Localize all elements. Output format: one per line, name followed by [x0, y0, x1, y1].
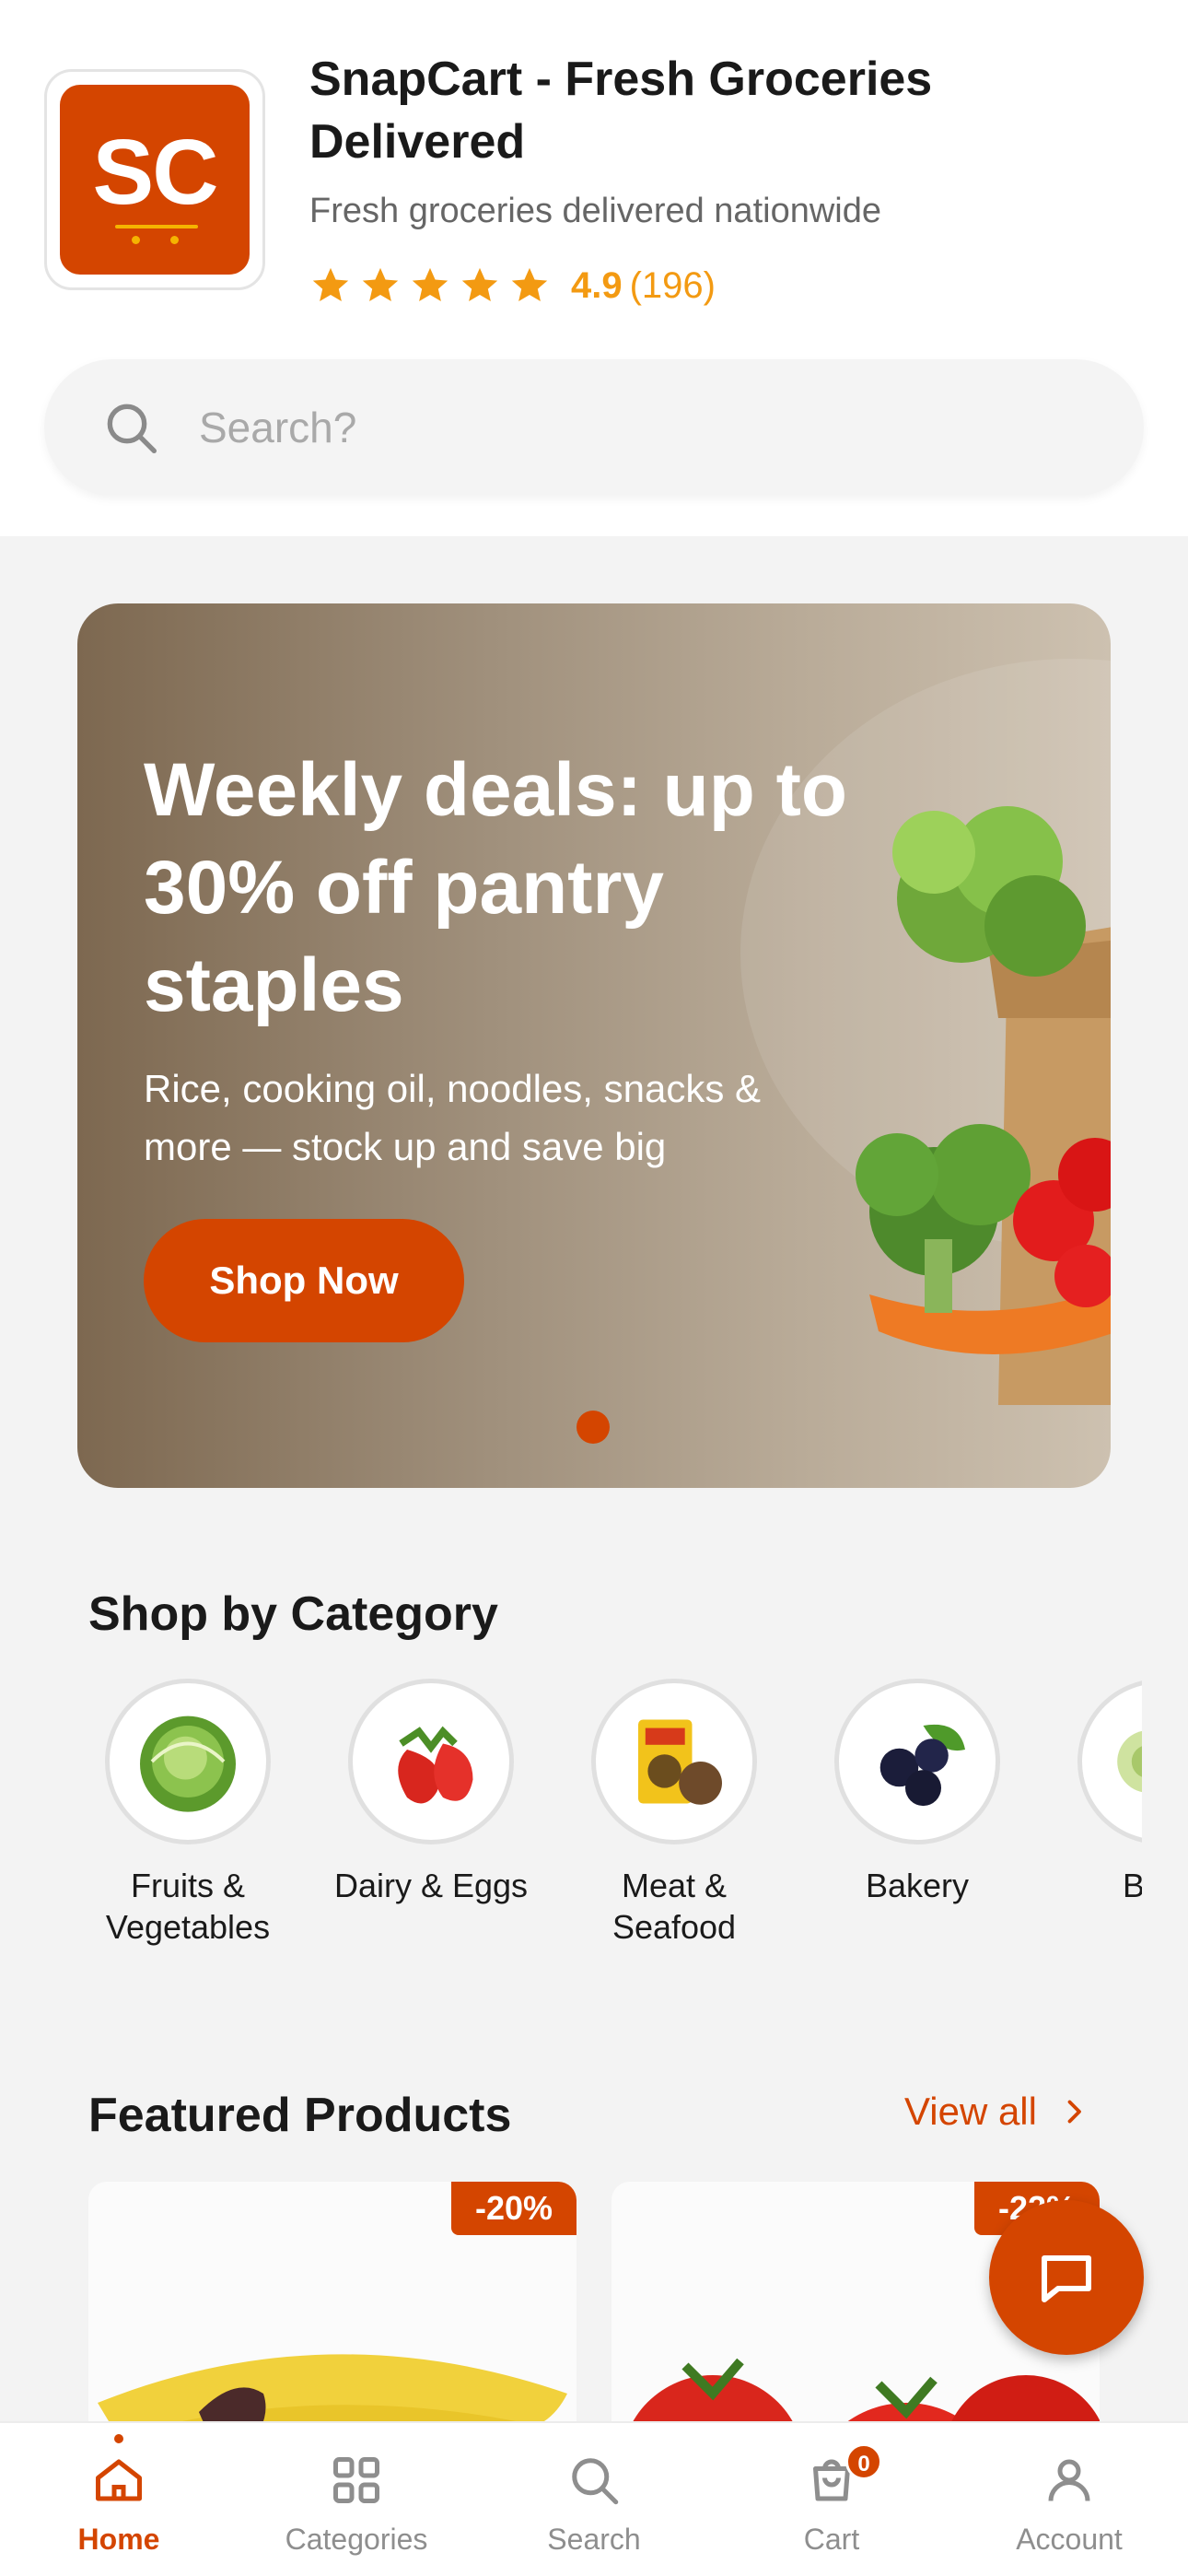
category-label: Beve — [1122, 1867, 1142, 1904]
app-logo: SC — [44, 69, 265, 290]
app-title: SnapCart - Fresh Groceries Delivered — [309, 53, 933, 169]
grid-icon — [333, 2457, 379, 2503]
app-header: SC SnapCart - Fresh Groceries Delivered … — [0, 0, 1188, 536]
nav-label: Account — [1016, 2523, 1123, 2556]
strawberry-icon — [398, 1726, 473, 1804]
banner-title: Weekly deals: up to 30% off pantry stapl… — [144, 748, 848, 1027]
nav-categories[interactable]: Categories — [238, 2423, 475, 2576]
view-all-link[interactable]: View all — [904, 2090, 1090, 2134]
category-label: Bakery — [865, 1867, 970, 1904]
search-bar[interactable] — [44, 359, 1144, 496]
promo-banner[interactable]: Weekly deals: up to 30% off pantry stapl… — [77, 603, 1111, 1488]
bottom-navigation: Home Categories Search 0 Cart Account — [0, 2421, 1188, 2576]
category-item-bakery[interactable]: Bakery — [807, 1679, 1028, 1906]
category-section-title: Shop by Category — [88, 1587, 498, 1641]
category-item-fruits-vegetables[interactable]: Fruits & Vegetables — [77, 1679, 298, 1948]
search-icon — [107, 404, 157, 453]
category-label: Meat & Seafood — [611, 1867, 737, 1946]
chat-button[interactable] — [989, 2200, 1144, 2355]
rating-value: 4.9 — [571, 264, 623, 306]
app-subtitle: Fresh groceries delivered nationwide — [309, 192, 881, 230]
chat-icon — [1042, 2255, 1091, 2302]
cart-count-badge: 0 — [845, 2443, 882, 2480]
nav-account[interactable]: Account — [950, 2423, 1188, 2576]
category-item-meat-seafood[interactable]: Meat & Seafood — [564, 1679, 785, 1948]
chevron-right-icon — [1067, 2100, 1081, 2124]
banner-subtitle: Rice, cooking oil, noodles, snacks & mor… — [144, 1067, 762, 1168]
berries-icon — [879, 1724, 965, 1807]
flower-icon — [1117, 1730, 1142, 1793]
app-logo-text: SC — [92, 121, 219, 224]
nav-search[interactable]: Search — [475, 2423, 713, 2576]
star-icon — [362, 267, 399, 302]
category-label: Fruits & Vegetables — [105, 1867, 271, 1946]
nav-cart[interactable]: 0 Cart — [713, 2423, 950, 2576]
carousel-indicator[interactable] — [577, 1411, 610, 1444]
star-icon — [412, 267, 448, 302]
account-icon — [1048, 2459, 1090, 2501]
search-icon — [572, 2458, 619, 2505]
nav-label: Cart — [803, 2523, 860, 2556]
category-item-beverages[interactable]: Beve — [1050, 1679, 1142, 1906]
search-input[interactable] — [199, 391, 1083, 464]
category-item-dairy-eggs[interactable]: Dairy & Eggs — [320, 1679, 542, 1906]
star-icon — [312, 267, 349, 302]
view-all-label: View all — [904, 2090, 1037, 2133]
star-icon — [511, 267, 548, 302]
featured-section-title: Featured Products — [88, 2089, 512, 2142]
cabbage-icon — [140, 1715, 236, 1812]
shop-now-button[interactable]: Shop Now — [144, 1219, 464, 1342]
rating: 4.9 (196) — [309, 258, 716, 313]
star-icon — [461, 267, 498, 302]
discount-badge: -20% — [450, 2182, 577, 2235]
active-indicator — [114, 2434, 123, 2443]
nav-label: Home — [77, 2523, 160, 2556]
category-list[interactable]: Fruits & Vegetables Dairy & Eggs Meat & … — [0, 1679, 1142, 1973]
nav-label: Search — [547, 2523, 641, 2556]
nav-home[interactable]: Home — [0, 2423, 238, 2576]
home-icon — [96, 2459, 142, 2501]
category-label: Dairy & Eggs — [333, 1867, 529, 1904]
rating-count: (196) — [629, 264, 716, 306]
grocery-pack-icon — [638, 1719, 722, 1805]
nav-label: Categories — [285, 2523, 428, 2556]
